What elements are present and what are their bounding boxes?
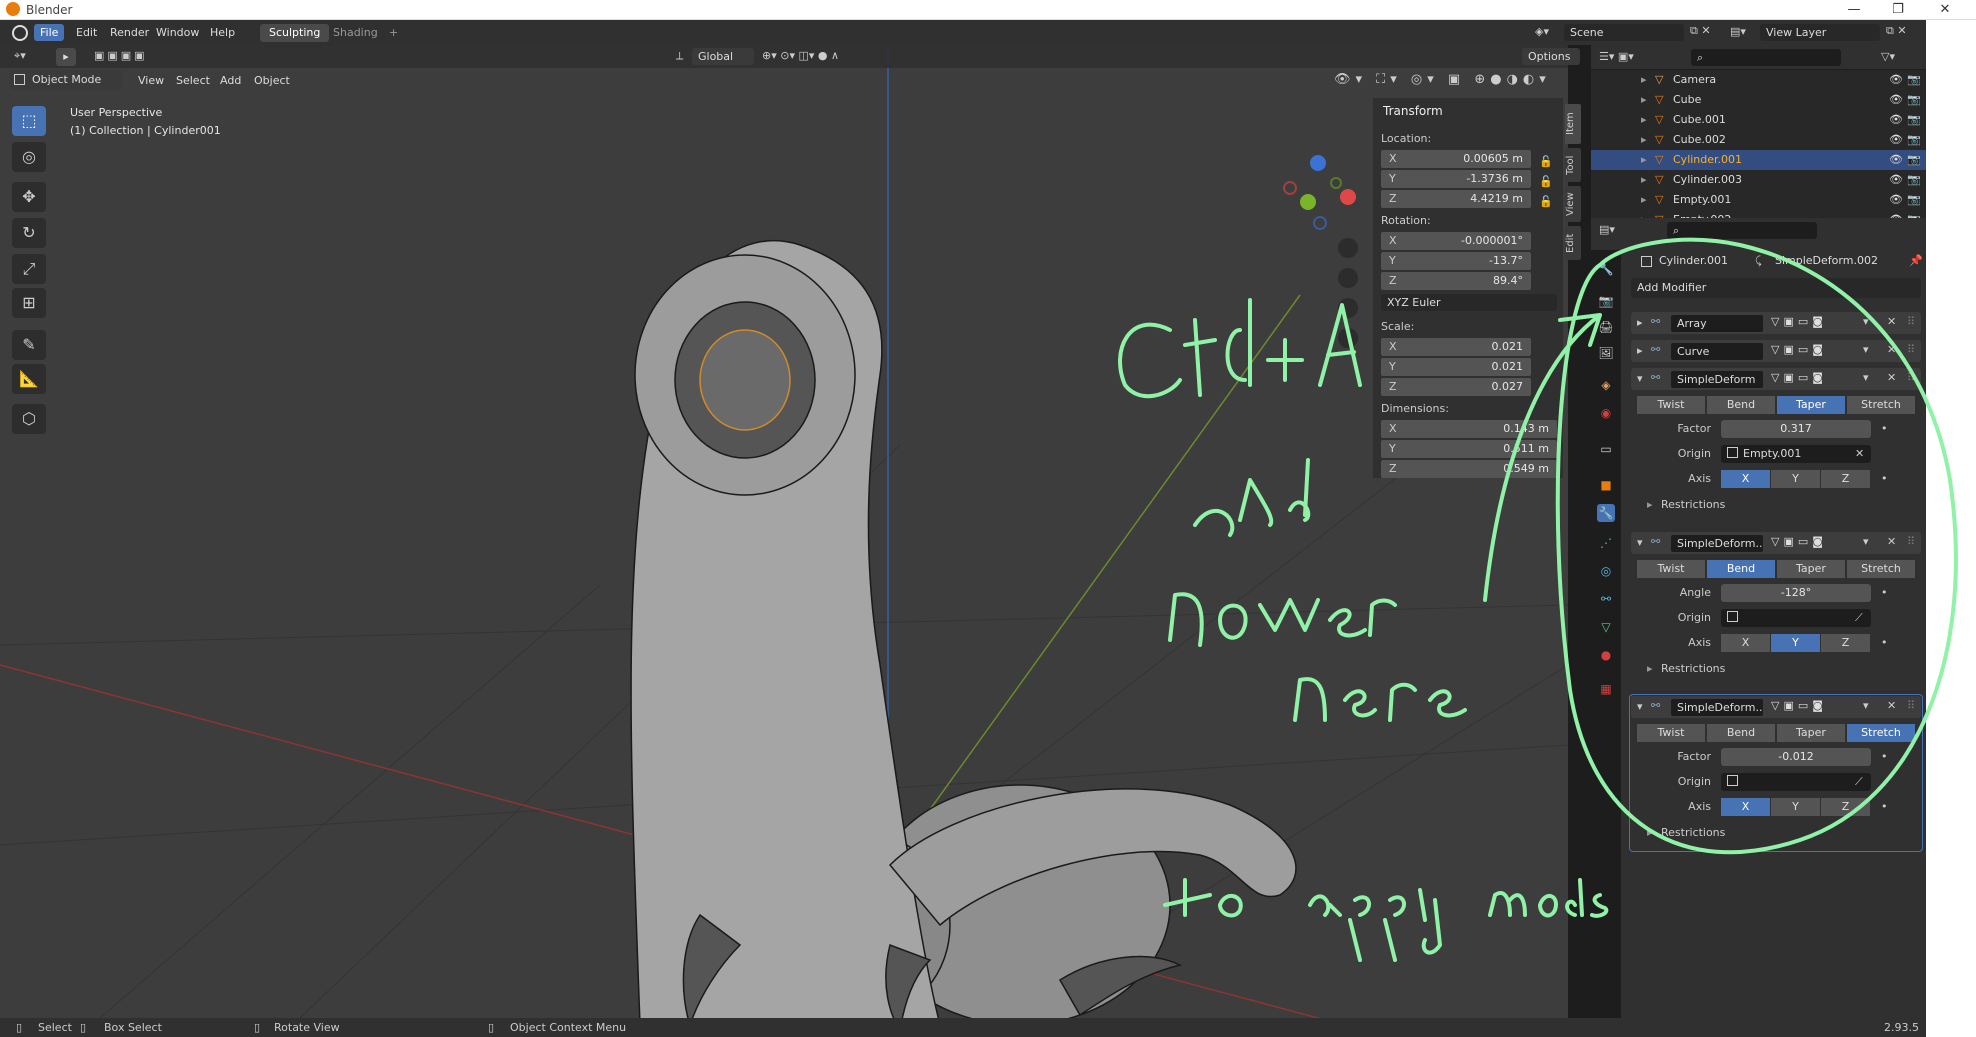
mouse-right-icon: ▯ (488, 1021, 495, 1034)
status-rotate-view: Rotate View (274, 1021, 340, 1034)
mouse-middle-icon: ▯ (254, 1021, 261, 1034)
status-bar: ▯ Select ▯ Box Select ▯ Rotate View ▯ Ob… (0, 1018, 1926, 1037)
mouse-drag-icon: ▯ (80, 1021, 87, 1034)
mouse-left-icon: ▯ (16, 1021, 23, 1034)
version-label: 2.93.5 (1884, 1021, 1919, 1034)
status-select: Select (38, 1021, 72, 1034)
handwritten-annotation (1118, 237, 1958, 962)
status-box-select: Box Select (104, 1021, 162, 1034)
status-context-menu: Object Context Menu (510, 1021, 627, 1034)
